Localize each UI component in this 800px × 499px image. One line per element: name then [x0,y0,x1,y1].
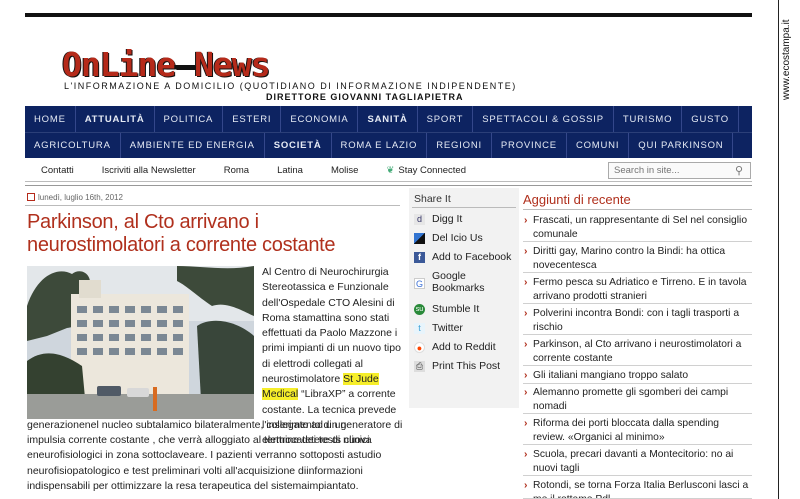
nav-item-agricoltura[interactable]: AGRICOLTURA [25,133,121,158]
share-title: Share It [414,193,451,205]
nav-item-turismo[interactable]: TURISMO [614,106,683,132]
digg-icon: d [414,214,425,225]
calendar-icon [27,193,35,201]
share-label-facebook: Add to Facebook [432,251,512,263]
nav-item-spettacoli[interactable]: SPETTACOLI & GOSSIP [473,106,614,132]
share-label-delicious: Del Icio Us [432,232,483,244]
recent-item[interactable]: Riforma dei porti bloccata dalla spendin… [523,417,752,445]
delicious-icon [414,233,425,244]
recent-item[interactable]: Scuola, precari davanti a Montecitorio: … [523,448,752,476]
share-label-digg: Digg It [432,213,463,225]
hospital-photo-illustration [27,266,254,419]
nav-item-province[interactable]: PROVINCE [492,133,567,158]
stay-connected-link[interactable]: ❦ Stay Connected [372,165,480,176]
share-label-twitter: Twitter [432,322,463,334]
subnav-contatti[interactable]: Contatti [25,165,88,176]
recent-item[interactable]: Alemanno promette gli sgomberi dei campi… [523,386,752,414]
nav-item-parkinson[interactable]: QUI PARKINSON [629,133,734,158]
share-label-print: Print This Post [432,360,501,372]
nav-item-economia[interactable]: ECONOMIA [281,106,359,132]
share-divider [412,207,516,208]
subnav-newsletter[interactable]: Iscriviti alla Newsletter [88,165,210,176]
facebook-icon: f [414,252,425,263]
nav-row-2: AGRICOLTURA AMBIENTE ED ENERGIA SOCIETÀ … [25,132,752,158]
nav-item-comuni[interactable]: COMUNI [567,133,630,158]
director-line: DIRETTORE GIOVANNI TAGLIAPIETRA [266,92,464,102]
main-nav: HOME ATTUALITÀ POLITICA ESTERI ECONOMIA … [25,106,752,158]
reddit-icon: ● [414,342,425,353]
article-title[interactable]: Parkinson, al Cto arrivano i neurostimol… [27,211,399,257]
recent-title: Aggiunti di recente [523,192,631,207]
nav-item-esteri[interactable]: ESTERI [223,106,282,132]
top-rule [25,13,752,17]
leaf-icon: ❦ [386,165,395,176]
nav-item-ambiente[interactable]: AMBIENTE ED ENERGIA [121,133,265,158]
nav-item-roma-lazio[interactable]: ROMA E LAZIO [332,133,428,158]
article-text-part1: Al Centro di Neurochirurgia Stereotassic… [262,266,401,386]
side-label: www.ecostampa.it [781,19,797,100]
margin-line [778,0,779,499]
logo-part2: News [194,45,270,84]
recent-item[interactable]: Gli italiani mangiano troppo salato [523,369,752,384]
stay-connected-label: Stay Connected [398,165,466,176]
subnav-molise[interactable]: Molise [317,165,372,176]
recent-item[interactable]: Diritti gay, Marino contro la Bindi: ha … [523,245,752,273]
recent-item[interactable]: Polverini incontra Bondi: con i tagli tr… [523,307,752,335]
share-label-stumble: Stumble It [432,303,480,315]
recent-item[interactable]: Parkinson, al Cto arrivano i neurostimol… [523,338,752,366]
nav-item-sanita[interactable]: SANITÀ [358,106,418,132]
nav-item-gusto[interactable]: GUSTO [682,106,739,132]
subnav-latina[interactable]: Latina [263,165,317,176]
share-label-google: Google Bookmarks [432,270,485,294]
nav-item-attualita[interactable]: ATTUALITÀ [76,106,155,132]
recent-item[interactable]: Frascati, un rappresentante di Sel nel c… [523,214,752,242]
article-divider [25,205,400,206]
subnav-roma[interactable]: Roma [210,165,263,176]
divider [25,185,752,186]
logo-part1: OnLine [62,45,176,84]
twitter-icon: t [414,323,425,334]
article-photo [27,266,254,419]
side-label-text: www.ecostampa.it [781,19,792,100]
article-text-full: generazionenel nucleo subtalamico bilate… [27,419,403,492]
nav-item-politica[interactable]: POLITICA [155,106,224,132]
share-label-reddit: Add to Reddit [432,341,496,353]
nav-item-societa[interactable]: SOCIETÀ [265,133,332,158]
recent-divider [523,209,752,210]
search-icon[interactable]: ⚲ [735,164,747,177]
article-date: lunedì, luglio 16th, 2012 [27,193,123,202]
nav-row-1: HOME ATTUALITÀ POLITICA ESTERI ECONOMIA … [25,106,752,132]
tagline: L'INFORMAZIONE A DOMICILIO (QUOTIDIANO D… [64,81,517,91]
logo-dash: – [175,45,195,84]
stumbleupon-icon: su [414,304,425,315]
recent-item[interactable]: Rotondi, se torna Forza Italia Berluscon… [523,479,752,499]
google-icon: G [414,278,425,289]
nav-item-home[interactable]: HOME [25,106,76,132]
article-date-text: lunedì, luglio 16th, 2012 [38,193,123,202]
print-icon: ⎙ [414,361,425,372]
search-input[interactable] [608,162,751,179]
site-logo[interactable]: OnLine–News [62,45,271,84]
nav-item-sport[interactable]: SPORT [418,106,474,132]
nav-item-regioni[interactable]: REGIONI [427,133,492,158]
recent-item[interactable]: Fermo pesca su Adriatico e Tirreno. E in… [523,276,752,304]
